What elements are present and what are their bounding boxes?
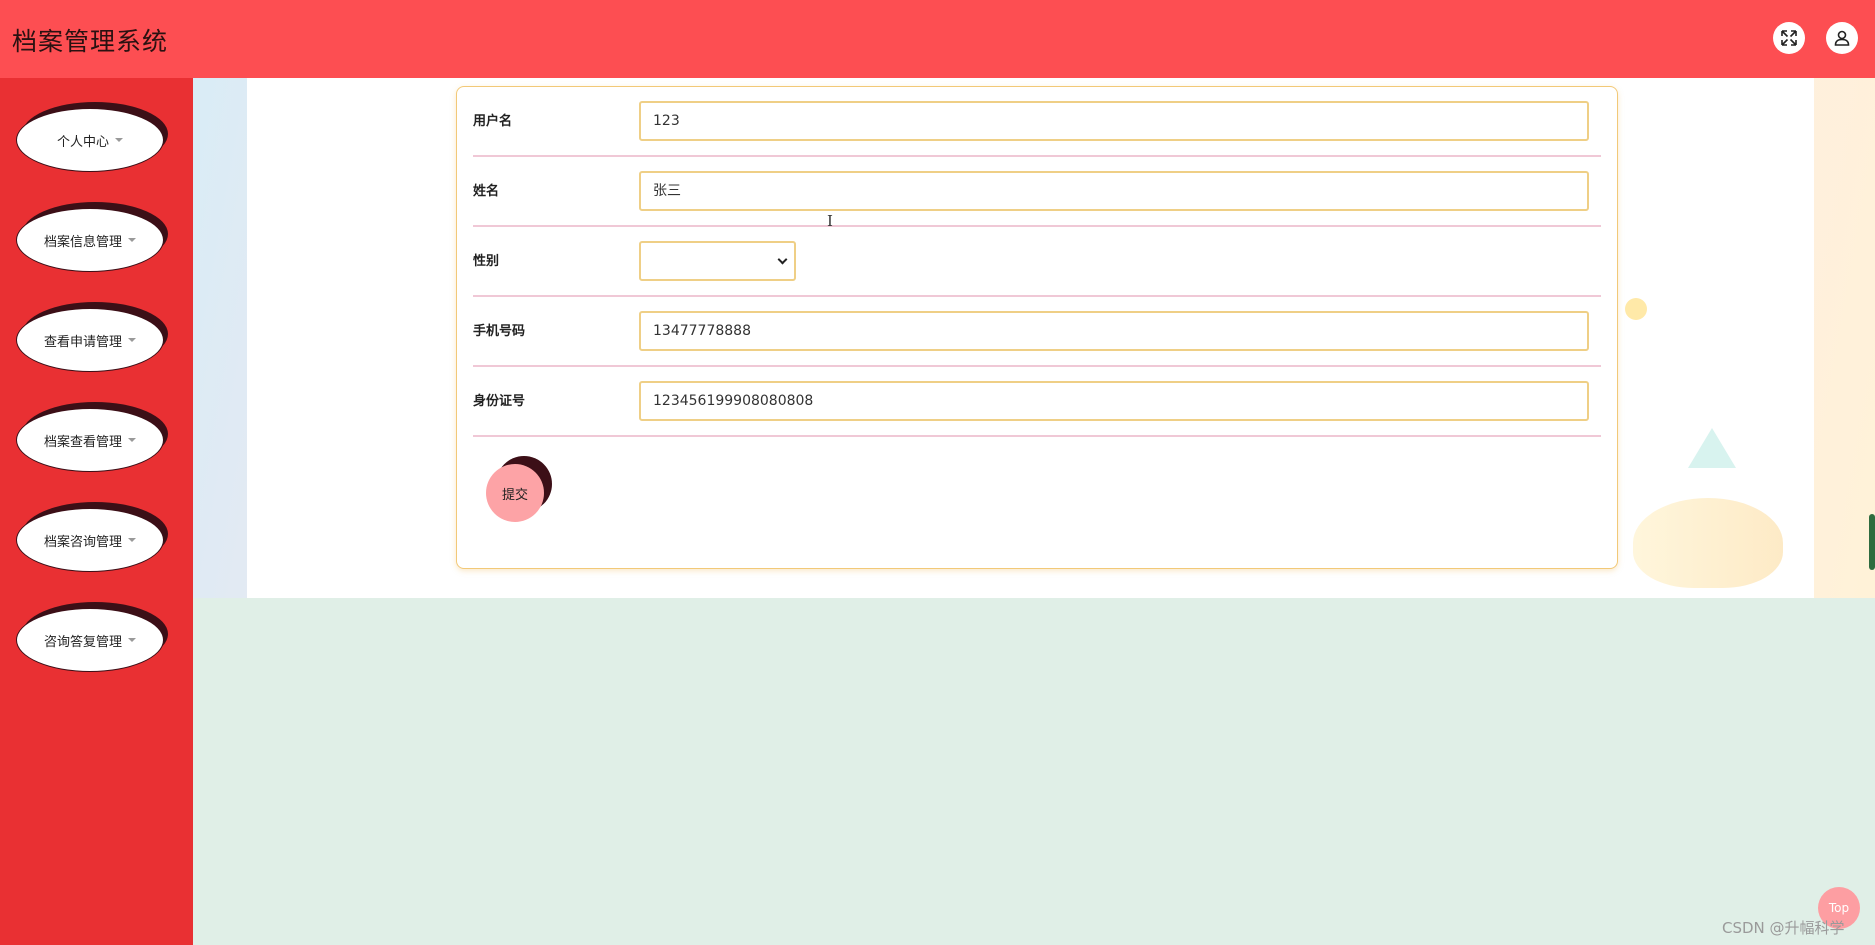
submit-label: 提交 xyxy=(486,464,544,522)
field-label: 手机号码 xyxy=(473,324,526,339)
sidebar-item-archive-consult[interactable]: 档案咨询管理 xyxy=(16,502,168,572)
decorative-triangle xyxy=(1688,428,1736,468)
sidebar-item-archive-view[interactable]: 档案查看管理 xyxy=(16,402,168,472)
caret-down-icon xyxy=(128,338,136,342)
side-tab[interactable] xyxy=(1869,514,1875,570)
sidebar-item-view-requests[interactable]: 查看申请管理 xyxy=(16,302,168,372)
sidebar-item-label: 档案查看管理 xyxy=(43,434,122,450)
field-label: 身份证号 xyxy=(473,394,526,409)
sidebar-item-label: 档案信息管理 xyxy=(43,234,122,250)
user-button[interactable] xyxy=(1826,22,1858,54)
decorative-shape xyxy=(1633,498,1783,588)
username-input[interactable]: 123 xyxy=(639,101,1589,141)
watermark: CSDN @升幅科学 xyxy=(1722,919,1845,937)
field-label: 姓名 xyxy=(473,184,500,199)
name-input[interactable]: 张三 xyxy=(639,171,1589,211)
caret-down-icon xyxy=(115,138,123,142)
field-label: 用户名 xyxy=(473,114,513,129)
form-row-phone: 手机号码 13477778888 xyxy=(473,297,1601,367)
profile-form: 用户名 123 姓名 张三 性别 手机号码 13477778888 身份证号 1… xyxy=(456,86,1618,569)
expand-arrows-icon xyxy=(1781,30,1797,46)
top-header: 档案管理系统 xyxy=(0,0,1875,78)
sidebar-item-archive-info[interactable]: 档案信息管理 xyxy=(16,202,168,272)
caret-down-icon xyxy=(128,638,136,642)
caret-down-icon xyxy=(128,538,136,542)
sidebar-item-label: 咨询答复管理 xyxy=(43,634,122,650)
id-number-input[interactable]: 123456199908080808 xyxy=(639,381,1589,421)
sidebar-item-label: 个人中心 xyxy=(56,134,109,150)
form-row-gender: 性别 xyxy=(473,227,1601,297)
phone-input[interactable]: 13477778888 xyxy=(639,311,1589,351)
fullscreen-button[interactable] xyxy=(1773,22,1805,54)
text-cursor-icon: I xyxy=(827,212,833,230)
user-icon xyxy=(1834,30,1850,46)
form-row-id-number: 身份证号 123456199908080808 xyxy=(473,367,1601,437)
gender-select[interactable] xyxy=(639,241,796,281)
sidebar-item-consult-reply[interactable]: 咨询答复管理 xyxy=(16,602,168,672)
submit-button[interactable]: 提交 xyxy=(484,456,552,526)
form-row-name: 姓名 张三 xyxy=(473,157,1601,227)
decorative-dot xyxy=(1625,298,1647,320)
caret-down-icon xyxy=(128,238,136,242)
caret-down-icon xyxy=(128,438,136,442)
app-title: 档案管理系统 xyxy=(12,27,169,56)
form-row-username: 用户名 123 xyxy=(473,87,1601,157)
sidebar-item-label: 档案咨询管理 xyxy=(43,534,122,550)
chevron-down-icon xyxy=(777,254,788,265)
sidebar: 个人中心 档案信息管理 查看申请管理 档案查看管理 档案咨询管理 咨询答复管理 xyxy=(0,78,193,945)
sidebar-item-personal-center[interactable]: 个人中心 xyxy=(16,102,168,172)
sidebar-item-label: 查看申请管理 xyxy=(43,334,122,350)
field-label: 性别 xyxy=(473,254,500,269)
